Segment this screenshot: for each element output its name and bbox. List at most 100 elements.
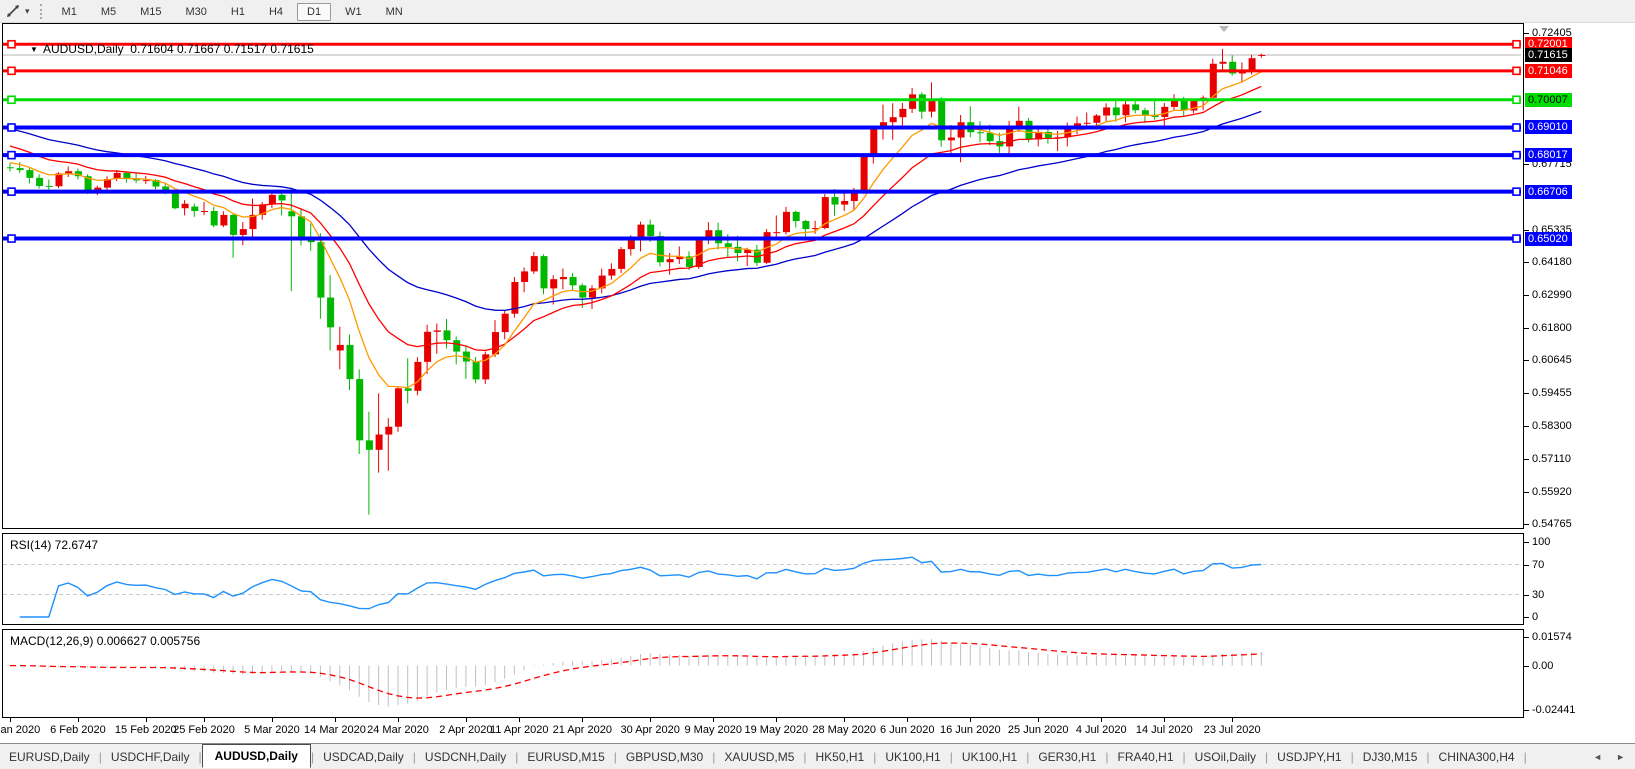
price-tick-label: 0.61800 <box>1532 322 1572 334</box>
tab-hk50-h1[interactable]: HK50,H1 <box>807 746 874 768</box>
tab-ger30-h1[interactable]: GER30,H1 <box>1029 746 1105 768</box>
tab-uk100-h1[interactable]: UK100,H1 <box>953 746 1026 768</box>
price-tick <box>1524 360 1529 361</box>
current-price-chip: 0.71615 <box>1525 48 1572 62</box>
date-label: 14 Jul 2020 <box>1136 724 1193 736</box>
price-tick <box>1524 492 1529 493</box>
date-label: 28 May 2020 <box>812 724 876 736</box>
tab-scroll-arrows: ◄ ► <box>1593 752 1625 762</box>
rsi-label: RSI(14) 72.6747 <box>10 538 98 552</box>
hline-handle[interactable] <box>1513 67 1520 74</box>
price-tick <box>1524 262 1529 263</box>
rsi-axis-tick <box>1524 565 1529 566</box>
price-tick-label: 0.59455 <box>1532 387 1572 399</box>
timeframe-button-M15[interactable]: M15 <box>130 3 171 21</box>
date-label: 21 Apr 2020 <box>553 724 612 736</box>
rsi-chart <box>3 534 1521 622</box>
date-axis[interactable]: 28 Jan 20206 Feb 202015 Feb 202025 Feb 2… <box>0 718 1635 743</box>
macd-label: MACD(12,26,9) 0.006627 0.005756 <box>10 634 200 648</box>
date-tick <box>272 718 273 722</box>
timeframe-button-M30[interactable]: M30 <box>176 3 217 21</box>
price-tick-label: 0.58300 <box>1532 420 1572 432</box>
timeframe-button-W1[interactable]: W1 <box>335 3 372 21</box>
tab-scroll-right-icon[interactable]: ► <box>1616 752 1625 762</box>
rsi-axis-label: 30 <box>1532 589 1544 601</box>
candlestick-chart[interactable] <box>3 24 1521 526</box>
tab-audusd-daily[interactable]: AUDUSD,Daily <box>202 744 311 768</box>
rsi-indicator-panel[interactable]: RSI(14) 72.6747 <box>2 533 1524 625</box>
date-label: 6 Jun 2020 <box>880 724 934 736</box>
tab-uk100-h1[interactable]: UK100,H1 <box>876 746 949 768</box>
tab-dj30-m15[interactable]: DJ30,M15 <box>1354 746 1427 768</box>
date-label: 9 May 2020 <box>685 724 742 736</box>
tab-usoil-daily[interactable]: USOil,Daily <box>1186 746 1265 768</box>
price-tick <box>1524 459 1529 460</box>
macd-axis-label: -0.02441 <box>1532 704 1575 716</box>
timeframe-button-H4[interactable]: H4 <box>259 3 293 21</box>
hline-handle[interactable] <box>8 152 15 159</box>
date-tick <box>1164 718 1165 722</box>
rsi-axis-tick <box>1524 542 1529 543</box>
date-label: 11 Apr 2020 <box>490 724 549 736</box>
toolbar-grip[interactable] <box>40 4 42 19</box>
hline-handle[interactable] <box>8 235 15 242</box>
date-tick <box>776 718 777 722</box>
date-tick <box>78 718 79 722</box>
tab-usdjpy-h1[interactable]: USDJPY,H1 <box>1268 746 1350 768</box>
timeframe-button-D1[interactable]: D1 <box>297 3 331 21</box>
tab-scroll-left-icon[interactable]: ◄ <box>1593 752 1602 762</box>
hline-handle[interactable] <box>1513 41 1520 48</box>
hline-handle[interactable] <box>8 188 15 195</box>
hline-handle[interactable] <box>1513 152 1520 159</box>
rsi-axis-label: 100 <box>1532 536 1550 548</box>
timeframe-button-MN[interactable]: MN <box>376 3 413 21</box>
timeframe-button-M1[interactable]: M1 <box>52 3 87 21</box>
price-tick <box>1524 33 1529 34</box>
tab-china300-h4[interactable]: CHINA300,H4 <box>1430 746 1524 768</box>
rsi-axis-label: 70 <box>1532 559 1544 571</box>
timeframe-button-M5[interactable]: M5 <box>91 3 126 21</box>
macd-indicator-panel[interactable]: MACD(12,26,9) 0.006627 0.005756 <box>2 629 1524 718</box>
date-tick <box>466 718 467 722</box>
hline-handle[interactable] <box>8 96 15 103</box>
macd-axis-label: 0.01574 <box>1532 631 1572 643</box>
tab-usdcnh-daily[interactable]: USDCNH,Daily <box>416 746 515 768</box>
hline-handle[interactable] <box>1513 96 1520 103</box>
tool-dropdown-caret[interactable]: ▾ <box>25 6 30 17</box>
hline-handle[interactable] <box>1513 124 1520 131</box>
tab-xauusd-m5[interactable]: XAUUSD,M5 <box>715 746 803 768</box>
timeframe-button-H1[interactable]: H1 <box>221 3 255 21</box>
date-label: 2 Apr 2020 <box>439 724 492 736</box>
hline-handle[interactable] <box>1513 188 1520 195</box>
ma-fast-line <box>10 72 1261 388</box>
price-tick-label: 0.62990 <box>1532 289 1572 301</box>
chart-title: ▼AUDUSD,Daily 0.71604 0.71667 0.71517 0.… <box>10 28 314 70</box>
main-chart-panel[interactable]: ▼AUDUSD,Daily 0.71604 0.71667 0.71517 0.… <box>2 23 1524 529</box>
crosshair-tool-icon[interactable] <box>4 2 22 20</box>
tab-fra40-h1[interactable]: FRA40,H1 <box>1108 746 1182 768</box>
tab-usdchf-daily[interactable]: USDCHF,Daily <box>102 746 199 768</box>
date-label: 30 Apr 2020 <box>621 724 680 736</box>
date-tick <box>844 718 845 722</box>
rsi-axis-label: 0 <box>1532 611 1538 623</box>
level-price-chip: 0.69010 <box>1525 120 1572 134</box>
hline-handle[interactable] <box>8 124 15 131</box>
price-axis[interactable]: 0.724050.677150.653350.641800.629900.618… <box>1524 23 1634 718</box>
date-tick <box>335 718 336 722</box>
tab-usdcad-daily[interactable]: USDCAD,Daily <box>314 746 413 768</box>
tab-eurusd-m15[interactable]: EURUSD,M15 <box>518 746 613 768</box>
macd-axis-tick <box>1524 666 1529 667</box>
chart-ohlc-values: 0.71604 0.71667 0.71517 0.71615 <box>130 42 314 56</box>
chevron-down-icon[interactable]: ▼ <box>30 45 38 54</box>
date-tick <box>713 718 714 722</box>
date-tick <box>519 718 520 722</box>
level-price-chip: 0.66706 <box>1525 185 1572 199</box>
date-label: 15 Feb 2020 <box>115 724 177 736</box>
price-tick-label: 0.60645 <box>1532 354 1572 366</box>
date-label: 24 Mar 2020 <box>367 724 429 736</box>
tab-gbpusd-m30[interactable]: GBPUSD,M30 <box>617 746 712 768</box>
tab-eurusd-daily[interactable]: EURUSD,Daily <box>0 746 99 768</box>
hline-handle[interactable] <box>1513 235 1520 242</box>
date-label: 5 Mar 2020 <box>244 724 300 736</box>
date-label: 14 Mar 2020 <box>304 724 366 736</box>
